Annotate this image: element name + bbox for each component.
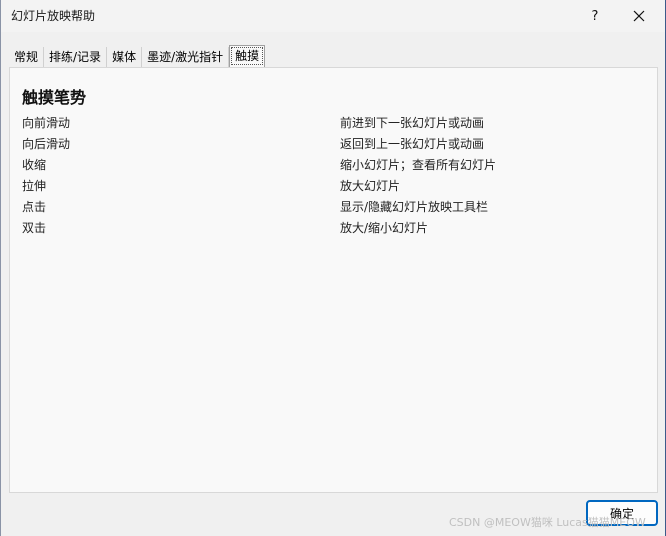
- title-bar: 幻灯片放映帮助 ?: [1, 0, 665, 32]
- tab-general[interactable]: 常规: [9, 47, 45, 67]
- gesture-row: 点击 显示/隐藏幻灯片放映工具栏: [22, 198, 642, 218]
- gesture-row: 收缩 缩小幻灯片；查看所有幻灯片: [22, 156, 642, 176]
- gesture-row: 向前滑动 前进到下一张幻灯片或动画: [22, 114, 642, 134]
- window-title: 幻灯片放映帮助: [11, 9, 96, 23]
- tab-rehearse-record[interactable]: 排练/记录: [44, 47, 108, 67]
- gesture-description: 返回到上一张幻灯片或动画: [340, 137, 485, 151]
- close-button[interactable]: [619, 0, 659, 32]
- touch-panel: 触摸笔势 向前滑动 前进到下一张幻灯片或动画 向后滑动 返回到上一张幻灯片或动画…: [9, 67, 658, 493]
- close-icon: [633, 10, 645, 22]
- tab-ink-laser-pointer[interactable]: 墨迹/激光指针: [142, 47, 230, 67]
- watermark: CSDN @MEOW猫咪 Lucas猫猫MEOW: [449, 516, 646, 529]
- tab-strip: 常规 排练/记录 媒体 墨迹/激光指针 触摸: [9, 45, 266, 67]
- gesture-row: 拉伸 放大幻灯片: [22, 177, 642, 197]
- gesture-description: 放大/缩小幻灯片: [340, 221, 429, 235]
- tab-touch[interactable]: 触摸: [229, 45, 266, 67]
- gesture-row: 向后滑动 返回到上一张幻灯片或动画: [22, 135, 642, 155]
- gesture-name: 拉伸: [22, 179, 47, 193]
- gesture-description: 前进到下一张幻灯片或动画: [340, 116, 485, 130]
- gesture-description: 缩小幻灯片；查看所有幻灯片: [340, 158, 497, 172]
- help-button[interactable]: ?: [577, 0, 613, 32]
- gesture-name: 收缩: [22, 158, 47, 172]
- gesture-description: 放大幻灯片: [340, 179, 401, 193]
- section-heading: 触摸笔势: [22, 88, 87, 107]
- gesture-name: 向前滑动: [22, 116, 71, 130]
- gesture-name: 向后滑动: [22, 137, 71, 151]
- tab-media[interactable]: 媒体: [107, 47, 143, 67]
- gesture-name: 点击: [22, 200, 47, 214]
- gesture-description: 显示/隐藏幻灯片放映工具栏: [340, 200, 489, 214]
- gesture-row: 双击 放大/缩小幻灯片: [22, 219, 642, 239]
- gesture-name: 双击: [22, 221, 47, 235]
- slideshow-help-dialog: 幻灯片放映帮助 ? 常规 排练/记录 媒体 墨迹/激光指针 触摸 触摸笔势 向前…: [0, 0, 666, 536]
- help-icon: ?: [591, 8, 599, 24]
